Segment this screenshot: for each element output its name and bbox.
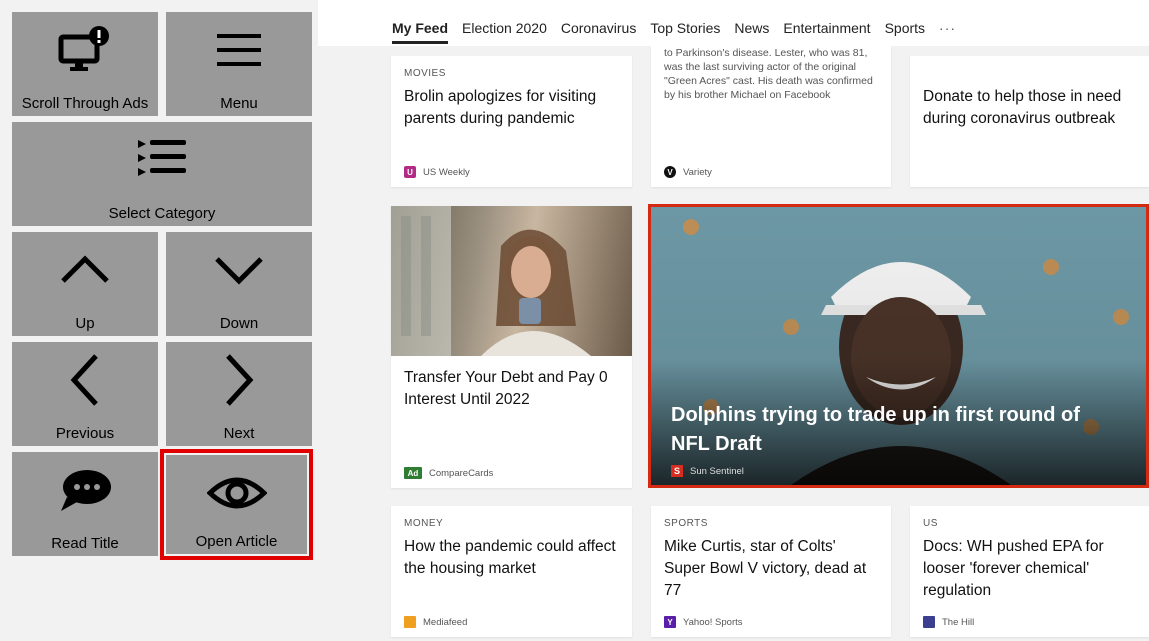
hero-source: S Sun Sentinel bbox=[671, 465, 744, 477]
tab-my-feed[interactable]: My Feed bbox=[392, 20, 449, 44]
tab-election-2020[interactable]: Election 2020 bbox=[462, 20, 547, 44]
article-card-us[interactable]: US Docs: WH pushed EPA for looser 'forev… bbox=[910, 506, 1149, 637]
article-title: Donate to help those in need during coro… bbox=[923, 88, 1122, 127]
menu-label: Menu bbox=[220, 95, 258, 112]
previous-label: Previous bbox=[55, 425, 115, 442]
article-source: Y Yahoo! Sports bbox=[664, 616, 743, 628]
variety-logo-icon: V bbox=[664, 166, 676, 178]
chevron-left-icon bbox=[12, 342, 158, 417]
hero-title: Dolphins trying to trade up in first rou… bbox=[671, 404, 1080, 455]
speech-bubble-icon bbox=[12, 452, 158, 527]
chevron-down-icon bbox=[166, 232, 312, 307]
category-nav-bar: My Feed Election 2020 Coronavirus Top St… bbox=[318, 0, 1149, 46]
previous-button[interactable]: Previous bbox=[12, 342, 158, 446]
the-hill-logo-icon bbox=[923, 616, 935, 628]
control-panel: Scroll Through Ads Menu Select Category bbox=[0, 0, 318, 641]
menu-button[interactable]: Menu bbox=[166, 12, 312, 116]
hero-article-card[interactable]: Dolphins trying to trade up in first rou… bbox=[648, 204, 1149, 488]
more-tabs-icon[interactable]: ··· bbox=[939, 20, 956, 44]
read-title-label: Read Title bbox=[51, 535, 119, 552]
article-card-variety[interactable]: to Parkinson's disease. Lester, who was … bbox=[651, 46, 891, 187]
open-article-button[interactable]: Open Article bbox=[160, 449, 313, 560]
source-name: Yahoo! Sports bbox=[683, 616, 743, 628]
source-name: Variety bbox=[683, 166, 712, 178]
article-source: The Hill bbox=[923, 616, 974, 628]
down-label: Down bbox=[219, 315, 259, 332]
article-source: U US Weekly bbox=[404, 166, 470, 178]
ad-source: Ad CompareCards bbox=[404, 467, 493, 479]
open-article-label: Open Article bbox=[195, 533, 278, 550]
article-snippet: to Parkinson's disease. Lester, who was … bbox=[664, 47, 873, 101]
scroll-ads-label: Scroll Through Ads bbox=[21, 95, 149, 112]
scroll-ads-button[interactable]: Scroll Through Ads bbox=[12, 12, 158, 116]
ad-image bbox=[391, 206, 632, 356]
sun-sentinel-logo-icon: S bbox=[671, 465, 683, 477]
article-title: Brolin apologizes for visiting parents d… bbox=[404, 88, 597, 127]
category-tabs: My Feed Election 2020 Coronavirus Top St… bbox=[392, 20, 970, 44]
mediafeed-logo-icon bbox=[404, 616, 416, 628]
ad-card[interactable]: Transfer Your Debt and Pay 0 Interest Un… bbox=[391, 206, 632, 488]
read-title-button[interactable]: Read Title bbox=[12, 452, 158, 556]
monitor-alert-icon bbox=[12, 12, 158, 87]
article-card-sports[interactable]: SPORTS Mike Curtis, star of Colts' Super… bbox=[651, 506, 891, 637]
source-name: US Weekly bbox=[423, 166, 470, 178]
article-title: How the pandemic could affect the housin… bbox=[404, 538, 616, 577]
tab-sports[interactable]: Sports bbox=[885, 20, 925, 44]
tab-news[interactable]: News bbox=[734, 20, 769, 44]
article-title: Docs: WH pushed EPA for looser 'forever … bbox=[923, 538, 1104, 599]
article-source: Mediafeed bbox=[404, 616, 467, 628]
next-button[interactable]: Next bbox=[166, 342, 312, 446]
up-label: Up bbox=[75, 315, 95, 332]
hamburger-icon bbox=[166, 12, 312, 87]
tab-top-stories[interactable]: Top Stories bbox=[650, 20, 720, 44]
select-category-button[interactable]: Select Category bbox=[12, 122, 312, 226]
source-name: CompareCards bbox=[429, 467, 494, 479]
us-weekly-logo-icon: U bbox=[404, 166, 416, 178]
tab-entertainment[interactable]: Entertainment bbox=[783, 20, 870, 44]
yahoo-sports-logo-icon: Y bbox=[664, 616, 676, 628]
next-label: Next bbox=[223, 425, 255, 442]
chevron-right-icon bbox=[166, 342, 312, 417]
article-category: US bbox=[923, 518, 938, 529]
source-name: The Hill bbox=[942, 616, 975, 628]
article-card-brolin[interactable]: MOVIES Brolin apologizes for visiting pa… bbox=[391, 56, 632, 187]
source-name: Sun Sentinel bbox=[690, 465, 744, 477]
chevron-up-icon bbox=[12, 232, 158, 307]
news-feed: My Feed Election 2020 Coronavirus Top St… bbox=[318, 0, 1149, 641]
tab-coronavirus[interactable]: Coronavirus bbox=[561, 20, 636, 44]
article-card-money[interactable]: MONEY How the pandemic could affect the … bbox=[391, 506, 632, 637]
category-list-icon bbox=[12, 122, 312, 197]
up-button[interactable]: Up bbox=[12, 232, 158, 336]
ad-badge: Ad bbox=[404, 467, 422, 479]
down-button[interactable]: Down bbox=[166, 232, 312, 336]
eye-icon bbox=[166, 455, 307, 530]
source-name: Mediafeed bbox=[423, 616, 468, 628]
select-category-label: Select Category bbox=[108, 205, 216, 222]
article-source: V Variety bbox=[664, 166, 712, 178]
article-category: MONEY bbox=[404, 518, 444, 529]
article-card-donate[interactable]: Donate to help those in need during coro… bbox=[910, 56, 1149, 187]
article-title: Mike Curtis, star of Colts' Super Bowl V… bbox=[664, 538, 867, 599]
ad-title: Transfer Your Debt and Pay 0 Interest Un… bbox=[404, 369, 608, 408]
article-category: MOVIES bbox=[404, 68, 446, 79]
article-category: SPORTS bbox=[664, 518, 708, 529]
